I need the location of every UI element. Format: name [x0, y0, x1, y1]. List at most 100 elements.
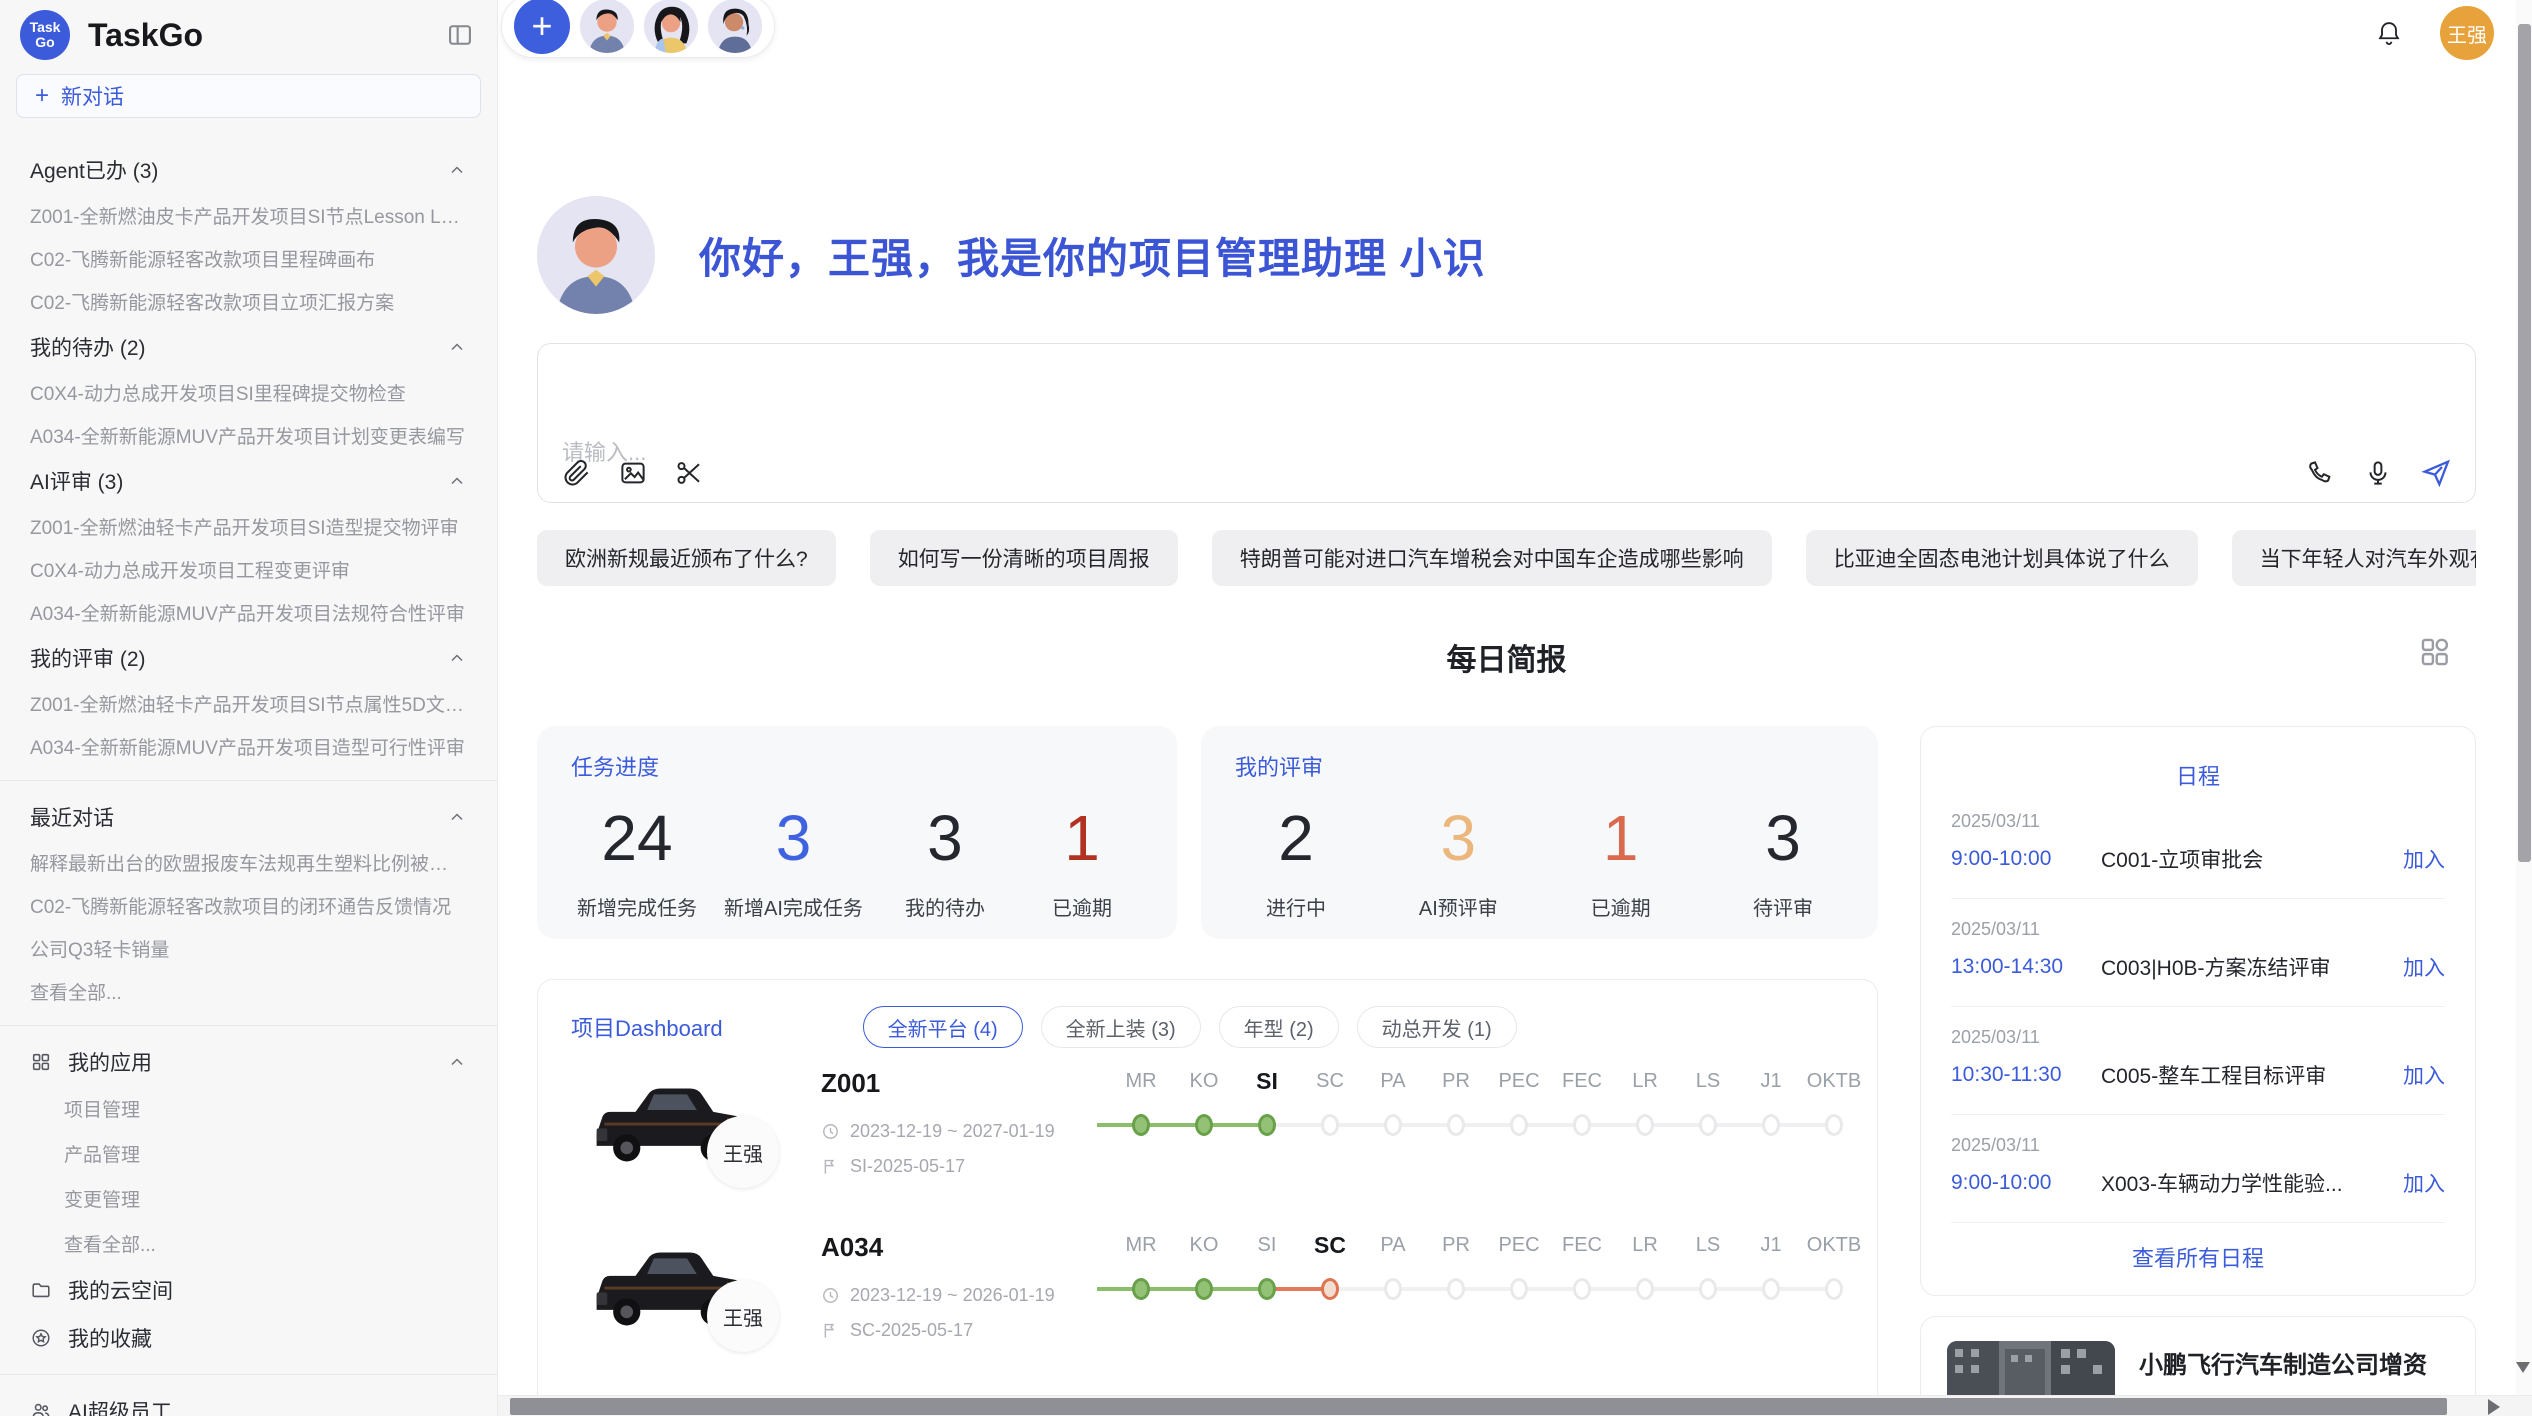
input-left-icons [560, 456, 706, 490]
milestone-label-current: SI [1256, 1068, 1278, 1095]
metric-label: 我的待办 [905, 892, 985, 921]
user-avatar[interactable]: 王强 [2440, 6, 2494, 60]
sidebar: Task Go TaskGo + 新对话 Agent已办 (3) Z001-全新… [0, 0, 498, 1416]
section-my-todo[interactable]: 我的待办 (2) [0, 323, 497, 371]
sidebar-task-item[interactable]: C0X4-动力总成开发项目SI里程碑提交物检查 [0, 371, 497, 414]
assistant-avatar-3[interactable] [708, 0, 762, 53]
project-milestone: SI-2025-05-17 [821, 1156, 1111, 1177]
snippet-button[interactable] [672, 456, 706, 490]
assistant-avatar-2[interactable] [644, 0, 698, 53]
section-title: AI评审 (3) [30, 466, 123, 496]
project-milestone-text: SI-2025-05-17 [850, 1156, 965, 1177]
sidebar-task-item[interactable]: Z001-全新燃油皮卡产品开发项目SI节点Lesson Learn报告 [0, 194, 497, 237]
assistant-avatar-pill: + [501, 0, 775, 58]
app-root: Task Go TaskGo + 新对话 Agent已办 (3) Z001-全新… [0, 0, 2532, 1416]
sidebar-task-item[interactable]: C0X4-动力总成开发项目工程变更评审 [0, 548, 497, 591]
apps-view-all[interactable]: 查看全部... [0, 1221, 497, 1266]
section-my-review[interactable]: 我的评审 (2) [0, 634, 497, 682]
scroll-down-arrow[interactable] [2516, 1362, 2530, 1373]
recent-chat-item[interactable]: 公司Q3轻卡销量 [0, 927, 497, 970]
section-agent-done[interactable]: Agent已办 (3) [0, 146, 497, 194]
microphone-button[interactable] [2361, 456, 2395, 490]
metric-value: 3 [1441, 802, 1477, 876]
layout-switch-button[interactable] [2418, 635, 2452, 669]
join-link[interactable]: 加入 [2403, 952, 2445, 982]
horizontal-scrollbar[interactable] [498, 1395, 2532, 1416]
project-dates-text: 2023-12-19 ~ 2026-01-19 [850, 1285, 1055, 1306]
project-row[interactable]: 王强 A034 2023-12-19 ~ 2026-01-19 [571, 1228, 1844, 1376]
sidebar-task-item[interactable]: A034-全新新能源MUV产品开发项目造型可行性评审 [0, 725, 497, 768]
schedule-item: 2025/03/11 9:00-10:00 C001-立项审批会 加入 [1951, 791, 2445, 899]
tab-new-body[interactable]: 全新上装 (3) [1041, 1006, 1201, 1048]
milestone-dot [1384, 1278, 1402, 1300]
new-chat-button[interactable]: + 新对话 [16, 74, 481, 118]
section-recent-chats[interactable]: 最近对话 [0, 793, 497, 841]
sidebar-item-my-apps[interactable]: 我的应用 [0, 1038, 497, 1086]
sidebar-item-favorites[interactable]: 我的收藏 [0, 1314, 497, 1362]
attach-button[interactable] [560, 456, 594, 490]
chat-input-card[interactable] [537, 343, 2476, 503]
recent-chat-item[interactable]: C02-飞腾新能源轻客改款项目的闭环通告反馈情况 [0, 884, 497, 927]
app-item-product-mgmt[interactable]: 产品管理 [0, 1131, 497, 1176]
sidebar-task-item[interactable]: C02-飞腾新能源轻客改款项目里程碑画布 [0, 237, 497, 280]
milestone-dot [1699, 1278, 1717, 1300]
sidebar-task-item[interactable]: Z001-全新燃油轻卡产品开发项目SI节点属性5D文件评审 [0, 682, 497, 725]
sidebar-item-ai-employee[interactable]: AI超级员工 [0, 1387, 497, 1416]
dashboard-tabs: 全新平台 (4) 全新上装 (3) 年型 (2) 动总开发 (1) [863, 1006, 1517, 1048]
tab-powertrain[interactable]: 动总开发 (1) [1357, 1006, 1517, 1048]
sidebar-task-item[interactable]: A034-全新新能源MUV产品开发项目计划变更表编写 [0, 414, 497, 457]
milestone-label: PEC [1498, 1234, 1539, 1257]
plus-icon: + [35, 84, 49, 108]
section-ai-review[interactable]: AI评审 (3) [0, 457, 497, 505]
tab-model-year[interactable]: 年型 (2) [1219, 1006, 1339, 1048]
project-info: Z001 2023-12-19 ~ 2027-01-19 SI-2025-05-… [821, 1064, 1111, 1212]
people-icon [30, 1400, 52, 1416]
tab-new-platform[interactable]: 全新平台 (4) [863, 1006, 1023, 1048]
suggestion-chip[interactable]: 比亚迪全固态电池计划具体说了什么 [1806, 530, 2198, 586]
view-all-schedule-link[interactable]: 查看所有日程 [1951, 1241, 2445, 1273]
milestone-label: PA [1380, 1070, 1405, 1093]
sidebar-task-item[interactable]: C02-飞腾新能源轻客改款项目立项汇报方案 [0, 280, 497, 323]
voice-call-button[interactable] [2303, 456, 2337, 490]
metric-value: 3 [1765, 802, 1801, 876]
daily-briefing-header: 每日简报 [537, 635, 2476, 669]
schedule-time: 10:30-11:30 [1951, 1063, 2101, 1087]
vertical-scrollbar-thumb[interactable] [2518, 24, 2531, 862]
sidebar-task-item[interactable]: Z001-全新燃油轻卡产品开发项目SI造型提交物评审 [0, 505, 497, 548]
add-assistant-button[interactable]: + [514, 0, 570, 54]
sidebar-item-cloud-space[interactable]: 我的云空间 [0, 1266, 497, 1314]
suggestion-chip[interactable]: 欧洲新规最近颁布了什么? [537, 530, 836, 586]
divider [0, 780, 497, 781]
metric-label: 已逾期 [1591, 892, 1651, 921]
recent-view-all[interactable]: 查看全部... [0, 970, 497, 1013]
suggestion-chip[interactable]: 特朗普可能对进口汽车增税会对中国车企造成哪些影响 [1212, 530, 1772, 586]
vertical-scrollbar[interactable] [2516, 0, 2532, 1395]
recent-chat-item[interactable]: 解释最新出台的欧盟报废车法规再生塑料比例被调至15%... [0, 841, 497, 884]
horizontal-scrollbar-thumb[interactable] [510, 1398, 2447, 1415]
app-title: TaskGo [88, 17, 445, 54]
schedule-time: 9:00-10:00 [1951, 1171, 2101, 1195]
metric-label: 新增完成任务 [577, 892, 697, 921]
milestone-dot [1636, 1278, 1654, 1300]
sidebar-toggle-button[interactable] [445, 20, 475, 50]
sidebar-task-item[interactable]: A034-全新新能源MUV产品开发项目法规符合性评审 [0, 591, 497, 634]
send-button[interactable] [2419, 456, 2453, 490]
milestone-dot [1321, 1114, 1339, 1136]
metric-label: AI预评审 [1419, 892, 1498, 921]
suggestion-chip[interactable]: 当下年轻人对汽车外观有怎样的喜好趋势 [2232, 530, 2476, 586]
assistant-avatar-1[interactable] [580, 0, 634, 53]
app-item-project-mgmt[interactable]: 项目管理 [0, 1086, 497, 1131]
notification-bell-button[interactable] [2374, 18, 2404, 48]
milestone-label: FEC [1562, 1070, 1602, 1093]
sidebar-item-label: AI超级员工 [68, 1396, 172, 1416]
app-item-change-mgmt[interactable]: 变更管理 [0, 1176, 497, 1221]
scroll-right-arrow[interactable] [2488, 1399, 2500, 1415]
suggestion-chip[interactable]: 如何写一份清晰的项目周报 [870, 530, 1178, 586]
image-upload-button[interactable] [616, 456, 650, 490]
milestone-label: LR [1632, 1234, 1658, 1257]
join-link[interactable]: 加入 [2403, 1060, 2445, 1090]
project-milestone-text: SC-2025-05-17 [850, 1320, 973, 1341]
project-row[interactable]: 王强 Z001 2023-12-19 ~ 2027-01-19 [571, 1064, 1844, 1212]
join-link[interactable]: 加入 [2403, 844, 2445, 874]
join-link[interactable]: 加入 [2403, 1168, 2445, 1198]
